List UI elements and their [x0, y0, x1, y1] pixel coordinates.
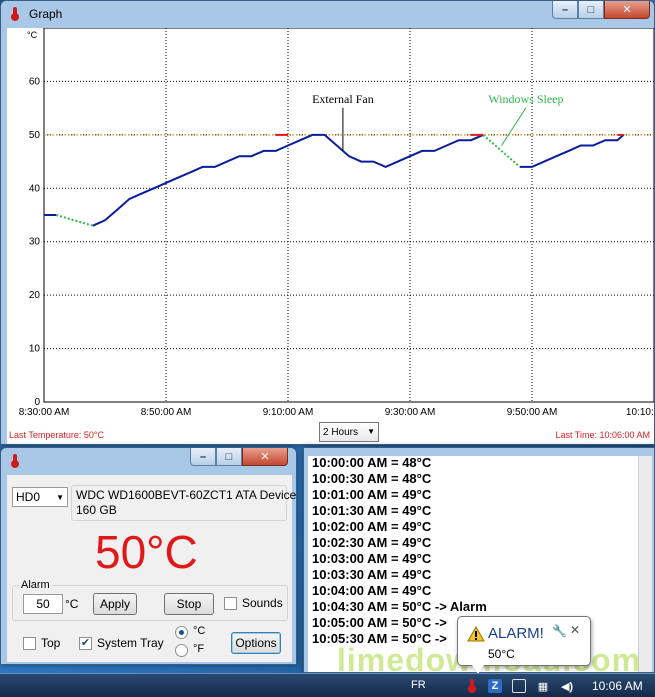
sounds-label: Sounds [242, 596, 283, 610]
minimize-button[interactable]: – [552, 1, 578, 19]
y-tick-label: 40 [29, 183, 41, 194]
fahrenheit-label: °F [193, 643, 205, 655]
top-checkbox[interactable] [23, 637, 36, 650]
taskbar-clock[interactable]: 10:06 AM [592, 679, 643, 693]
plot-area [43, 28, 654, 403]
alarm-notification-title: ALARM! [488, 625, 544, 642]
language-indicator[interactable]: FR [411, 679, 426, 691]
time-range-select[interactable]: 2 Hours ▼ [319, 422, 379, 442]
minimize-button[interactable]: – [190, 448, 216, 466]
x-tick-label: 10:10:00 AM [626, 407, 654, 418]
chevron-down-icon: ▼ [56, 493, 64, 502]
close-button[interactable]: ✕ [604, 1, 650, 19]
y-tick-label: 20 [29, 290, 41, 301]
fahrenheit-radio[interactable] [175, 644, 188, 657]
drive-select-value: HD0 [16, 490, 41, 504]
system-tray-checkbox[interactable]: ✔ [79, 637, 92, 650]
y-axis-label: °C [27, 30, 38, 40]
close-button[interactable]: ✕ [242, 448, 288, 466]
device-icon[interactable] [512, 679, 526, 693]
graph-panel: 0 10 20 30 40 50 60 °C 8:30:00 AM 8:50:00 AM 9:10:… [7, 28, 654, 444]
x-tick-label: 9:50:00 AM [507, 407, 558, 418]
time-range-value: 2 Hours [323, 426, 359, 438]
thermometer-icon [7, 453, 23, 469]
annotation-label: Windows Sleep [488, 92, 563, 106]
alarm-unit: °C [65, 597, 79, 611]
thermometer-icon[interactable] [464, 678, 480, 694]
annotation-label: External Fan [312, 92, 374, 106]
temperature-readout: 50°C [95, 526, 198, 578]
x-tick-label: 8:30:00 AM [19, 407, 70, 418]
network-icon[interactable]: ▦ [536, 679, 550, 693]
top-label: Top [41, 636, 61, 650]
celsius-label: °C [193, 625, 206, 637]
main-window: – □ ✕ HD0 ▼ WDC WD1600BEVT-60ZCT1 ATA De… [0, 447, 297, 665]
drive-name: WDC WD1600BEVT-60ZCT1 ATA Device [76, 488, 297, 502]
close-icon[interactable]: ✕ [570, 623, 580, 637]
drive-size: 160 GB [76, 503, 117, 517]
log-line: 10:00:30 AM = 48°C [312, 471, 432, 486]
stop-button[interactable]: Stop [164, 593, 214, 615]
maximize-button[interactable]: □ [216, 448, 242, 466]
alarm-threshold-input[interactable]: 50 [23, 594, 63, 614]
speaker-icon[interactable]: ◀) [560, 679, 574, 693]
graph-title: Graph [29, 7, 63, 21]
y-tick-label: 60 [29, 76, 41, 87]
alarm-group-label: Alarm [19, 579, 52, 591]
x-tick-label: 9:30:00 AM [385, 407, 436, 418]
main-window-controls: – □ ✕ [190, 448, 288, 466]
log-line: 10:05:00 AM = 50°C -> [312, 615, 447, 630]
graph-window-controls: – □ ✕ [552, 1, 650, 19]
log-line: 10:03:00 AM = 49°C [312, 551, 432, 566]
log-line: 10:01:30 AM = 49°C [312, 503, 432, 518]
log-line: 10:02:00 AM = 49°C [312, 519, 432, 534]
main-titlebar[interactable]: – □ ✕ [1, 448, 296, 474]
graph-titlebar[interactable]: Graph – □ ✕ [1, 1, 654, 27]
drive-select[interactable]: HD0 ▼ [12, 487, 68, 507]
log-scrollbar[interactable] [638, 456, 652, 672]
chevron-down-icon: ▼ [367, 427, 375, 436]
system-tray-label: System Tray [97, 636, 164, 650]
celsius-radio[interactable] [175, 626, 188, 639]
x-tick-label: 9:10:00 AM [263, 407, 314, 418]
log-line: 10:02:30 AM = 49°C [312, 535, 432, 550]
log-line: 10:01:00 AM = 49°C [312, 487, 432, 502]
log-line: 10:04:30 AM = 50°C -> Alarm [312, 599, 487, 614]
check-icon: ✔ [80, 637, 91, 649]
y-tick-label: 30 [29, 237, 41, 248]
alarm-notification-message: 50°C [488, 647, 515, 661]
options-button[interactable]: Options [231, 632, 281, 654]
z-app-icon[interactable]: Z [488, 679, 502, 693]
main-panel: HD0 ▼ WDC WD1600BEVT-60ZCT1 ATA Device 1… [7, 475, 296, 662]
x-tick-label: 8:50:00 AM [141, 407, 192, 418]
log-line: 10:03:30 AM = 49°C [312, 567, 432, 582]
alarm-notification[interactable]: ALARM! 🔧 ✕ 50°C [457, 616, 591, 674]
last-temperature-label: Last Temperature: 50°C [9, 430, 104, 440]
log-line: 10:00:00 AM = 48°C [312, 456, 432, 470]
temperature-chart: 0102030405060°C8:30:00 AM 8:50:00 AM 9:10:… [19, 28, 654, 418]
last-time-label: Last Time: 10:06:00 AM [555, 430, 650, 440]
maximize-button[interactable]: □ [578, 1, 604, 19]
log-line: 10:04:00 AM = 49°C [312, 583, 432, 598]
apply-button[interactable]: Apply [93, 593, 137, 615]
taskbar: FR Z ▦ ◀) 10:06 AM [0, 673, 655, 697]
y-tick-label: 50 [29, 130, 41, 141]
thermometer-icon [7, 6, 23, 22]
graph-window: Graph – □ ✕ 0 10 20 30 40 50 60 °C 8:30:00 AM 8:5… [0, 0, 655, 445]
wrench-icon[interactable]: 🔧 [552, 624, 567, 638]
y-tick-label: 10 [29, 344, 41, 355]
drive-info-box: WDC WD1600BEVT-60ZCT1 ATA Device 160 GB [71, 485, 296, 521]
warning-icon [467, 626, 485, 642]
sounds-checkbox[interactable] [224, 597, 237, 610]
